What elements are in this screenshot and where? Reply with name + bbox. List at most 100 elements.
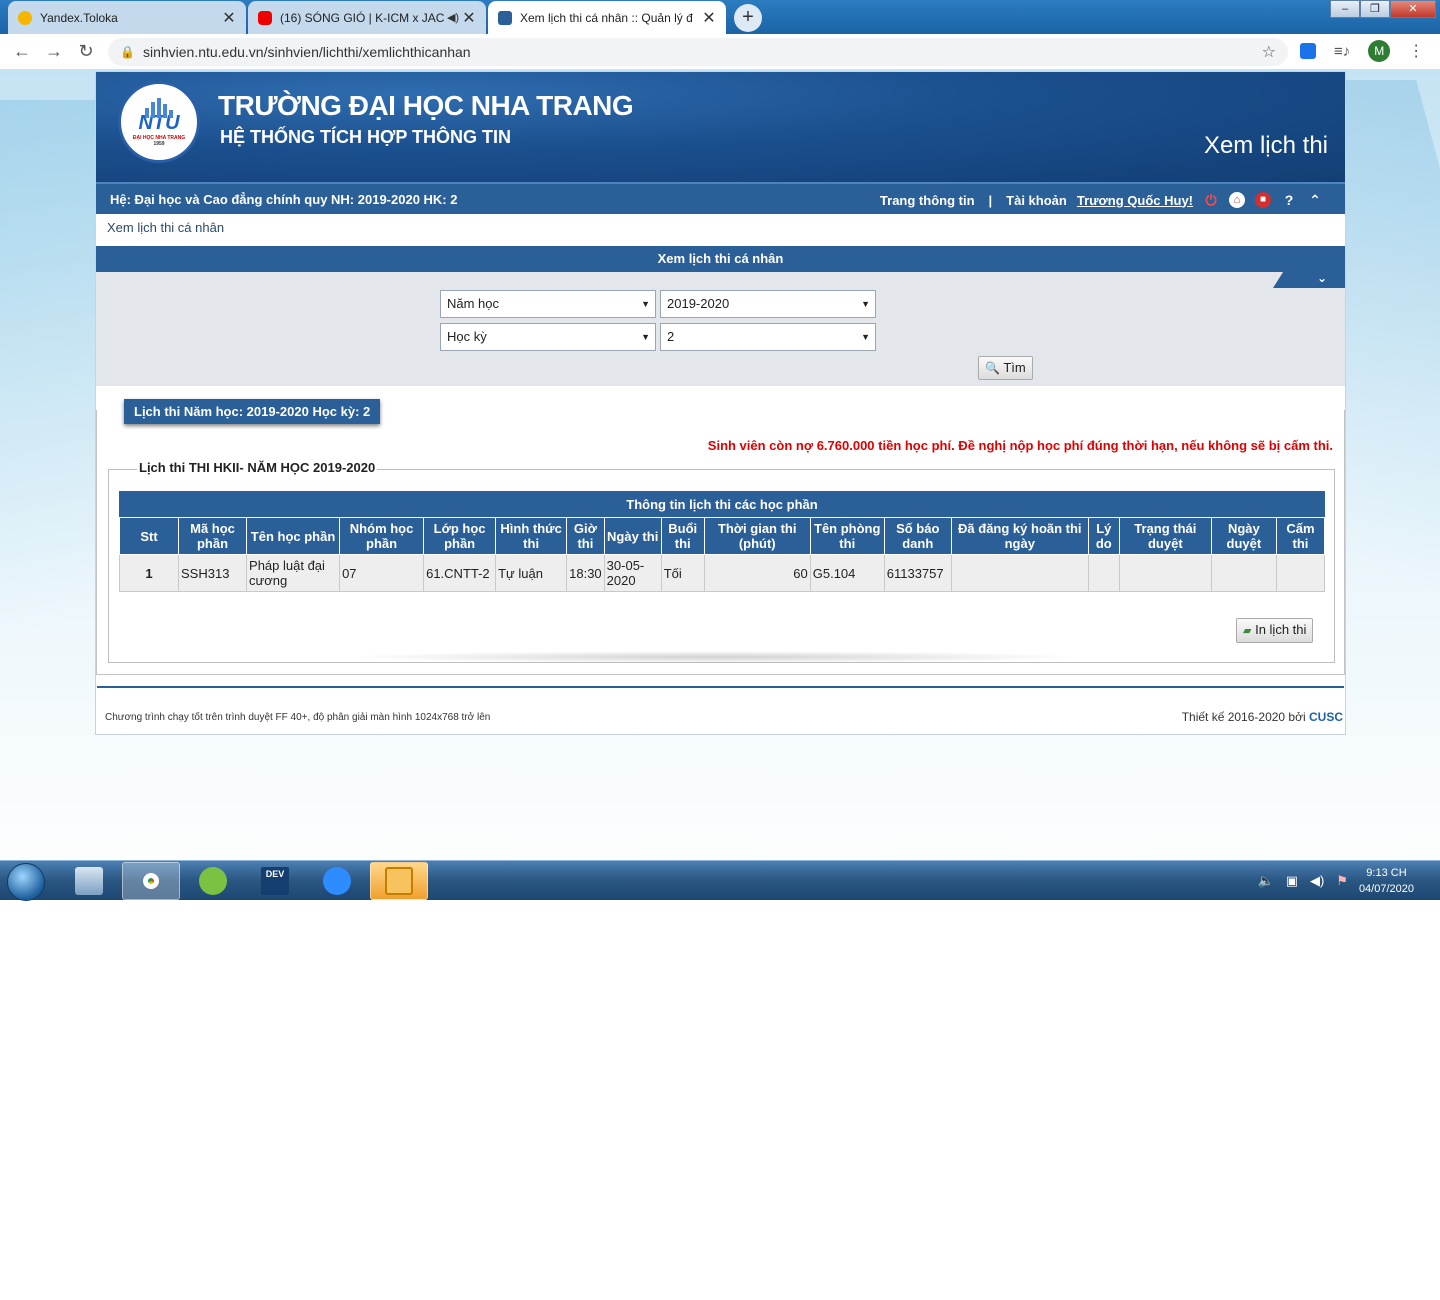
program-info: Hệ: Đại học và Cao đẳng chính quy NH: 20… — [110, 191, 458, 207]
cell-exam-date: 30-05-2020 — [603, 554, 662, 592]
close-window-button[interactable]: ✕ — [1390, 0, 1436, 18]
profile-avatar[interactable]: M — [1368, 40, 1391, 62]
filter-type-select-1[interactable]: Năm học ▼ — [440, 290, 656, 318]
speaker-icon[interactable]: ◀) — [444, 11, 462, 24]
exam-group-title: Lịch thi THI HKII- NĂM HỌC 2019-2020 — [137, 460, 378, 475]
column-header: Giờ thi — [566, 517, 605, 555]
volume-icon[interactable]: ◀) — [1310, 873, 1324, 889]
print-schedule-button[interactable]: ▰ In lịch thi — [1236, 618, 1314, 643]
taskbar-devcpp[interactable]: DEV — [246, 862, 304, 900]
address-bar[interactable]: 🔒 sinhvien.ntu.edu.vn/sinhvien/lichthi/x… — [108, 38, 1288, 66]
cell-class: 61.CNTT-2 — [423, 554, 497, 592]
column-header: Lý do — [1087, 517, 1120, 555]
taskbar: DEV 🔈 ▣ ◀) ⚑ 9:13 CH 04/07/2020 — [0, 860, 1440, 901]
help-icon[interactable]: ? — [1281, 192, 1297, 208]
youtube-favicon-icon — [258, 10, 272, 25]
taskbar-explorer[interactable] — [60, 862, 118, 900]
new-tab-button[interactable]: + — [734, 4, 762, 32]
reload-icon[interactable]: ↻ — [70, 41, 102, 62]
forward-arrow-icon[interactable]: → — [38, 41, 70, 62]
web-page: NTU ĐẠI HỌC NHA TRANG 1959 TRƯỜNG ĐẠI HỌ… — [95, 71, 1346, 735]
site-banner: NTU ĐẠI HỌC NHA TRANG 1959 TRƯỜNG ĐẠI HỌ… — [96, 72, 1345, 182]
site-title: TRƯỜNG ĐẠI HỌC NHA TRANG — [218, 90, 634, 121]
column-header: Số báo danh — [883, 517, 952, 555]
close-tab-icon[interactable]: ✕ — [222, 8, 236, 28]
clock-time: 9:13 CH — [1366, 867, 1407, 879]
logout-power-icon[interactable]: ⏻ — [1203, 192, 1219, 208]
tab-title: (16) SÓNG GIÓ | K-ICM x JAC — [280, 10, 444, 25]
maximize-button[interactable]: ❐ — [1360, 0, 1390, 18]
footer-note: Chương trình chạy tốt trên trình duyệt F… — [105, 712, 491, 723]
semester-select[interactable]: 2 ▼ — [660, 323, 876, 351]
footer-credit: Thiết kế 2016-2020 bởi CUSC — [1181, 710, 1343, 724]
lock-icon: 🔒 — [120, 45, 135, 59]
dropdown-arrow-icon: ▼ — [641, 332, 650, 342]
dropdown-arrow-icon: ▼ — [861, 332, 870, 342]
start-button[interactable] — [7, 863, 45, 901]
filter-panel: Năm học ▼ 2019-2020 ▼ Học kỳ ▼ 2 ▼ 🔍 Tìm — [96, 288, 1345, 386]
column-header: Stt — [118, 517, 180, 555]
site-subtitle: HỆ THỐNG TÍCH HỢP THÔNG TIN — [220, 127, 512, 147]
taskbar-outlook[interactable] — [370, 862, 428, 900]
cell-exam-type: Tự luận — [495, 554, 568, 592]
browser-toolbar: ← → ↻ 🔒 sinhvien.ntu.edu.vn/sinhvien/lic… — [0, 34, 1440, 70]
cell-course-code: SSH313 — [178, 554, 248, 592]
column-header: Cấm thi — [1275, 517, 1326, 555]
collapse-up-icon[interactable]: ⌃ — [1307, 192, 1323, 208]
tab-xem-lich-thi[interactable]: Xem lịch thi cá nhân :: Quản lý đ ✕ — [488, 1, 726, 34]
taskbar-zoom[interactable] — [308, 862, 366, 900]
column-header: Tên học phần — [246, 517, 341, 555]
cell-exam-time: 18:30 — [566, 554, 605, 592]
column-header: Buổi thi — [660, 517, 705, 555]
cell-banned — [1275, 554, 1326, 592]
filter-type-select-2[interactable]: Học kỳ ▼ — [440, 323, 656, 351]
home-icon[interactable]: ⌂ — [1229, 192, 1245, 208]
column-header: Ngày thi — [603, 517, 662, 555]
tab-title: Xem lịch thi cá nhân :: Quản lý đ — [520, 10, 693, 25]
account-name-link[interactable]: Trương Quốc Huy! — [1077, 193, 1193, 208]
cell-room: G5.104 — [809, 554, 885, 592]
table-header-row: Stt Mã học phần Tên học phần Nhóm học ph… — [118, 517, 1326, 555]
speaker-icon[interactable]: 🔈 — [1258, 873, 1274, 889]
column-header: Trạng thái duyệt — [1118, 517, 1212, 555]
school-year-select[interactable]: 2019-2020 ▼ — [660, 290, 876, 318]
cell-approval-date — [1210, 554, 1277, 592]
bookmark-star-icon[interactable]: ☆ — [1262, 42, 1276, 62]
media-control-icon[interactable]: ≡♪ — [1334, 43, 1350, 60]
browser-tab-strip: Yandex.Toloka ✕ (16) SÓNG GIÓ | K-ICM x … — [0, 0, 1440, 34]
cell-approval-status — [1118, 554, 1212, 592]
column-header: Mã học phần — [178, 517, 248, 555]
column-header: Tên phòng thi — [809, 517, 885, 555]
toloka-favicon-icon — [18, 10, 32, 25]
url-text: sinhvien.ntu.edu.vn/sinhvien/lichthi/xem… — [142, 44, 471, 60]
table-title: Thông tin lịch thi các học phần — [119, 491, 1325, 517]
breadcrumb: Xem lịch thi cá nhân — [107, 220, 225, 235]
home-link[interactable]: Trang thông tin — [880, 193, 975, 208]
results-section: Sinh viên còn nợ 6.760.000 tiền học phí.… — [96, 399, 1347, 675]
back-arrow-icon[interactable]: ← — [6, 41, 38, 62]
column-header: Lớp học phần — [423, 517, 497, 555]
extension-icon[interactable] — [1300, 43, 1316, 59]
tuition-warning: Sinh viên còn nợ 6.760.000 tiền học phí.… — [707, 438, 1333, 453]
tab-youtube[interactable]: (16) SÓNG GIÓ | K-ICM x JAC ◀) ✕ — [248, 1, 486, 34]
record-icon[interactable]: ■ — [1255, 192, 1271, 208]
search-icon: 🔍 — [985, 361, 1000, 375]
chevron-down-icon[interactable]: ⌄ — [1317, 272, 1327, 285]
tab-yandex-toloka[interactable]: Yandex.Toloka ✕ — [8, 1, 246, 34]
taskbar-app[interactable] — [184, 862, 242, 900]
cusc-link[interactable]: CUSC — [1309, 710, 1343, 724]
network-icon[interactable]: ▣ — [1286, 873, 1298, 889]
clock[interactable]: 9:13 CH 04/07/2020 — [1359, 865, 1414, 897]
menu-kebab-icon[interactable]: ⋮ — [1408, 41, 1424, 61]
filter-panel-heading: Xem lịch thi cá nhân — [96, 246, 1345, 272]
column-header: Ngày duyệt — [1210, 517, 1277, 555]
column-header: Thời gian thi (phút) — [703, 517, 811, 555]
search-button[interactable]: 🔍 Tìm — [978, 356, 1033, 380]
minimize-button[interactable]: – — [1330, 0, 1360, 18]
close-tab-icon[interactable]: ✕ — [462, 8, 476, 28]
zoom-icon — [323, 867, 351, 895]
taskbar-chrome[interactable] — [122, 862, 180, 900]
action-center-icon[interactable]: ⚑ — [1336, 873, 1348, 889]
close-tab-icon[interactable]: ✕ — [702, 8, 716, 28]
computer-icon — [75, 867, 103, 895]
